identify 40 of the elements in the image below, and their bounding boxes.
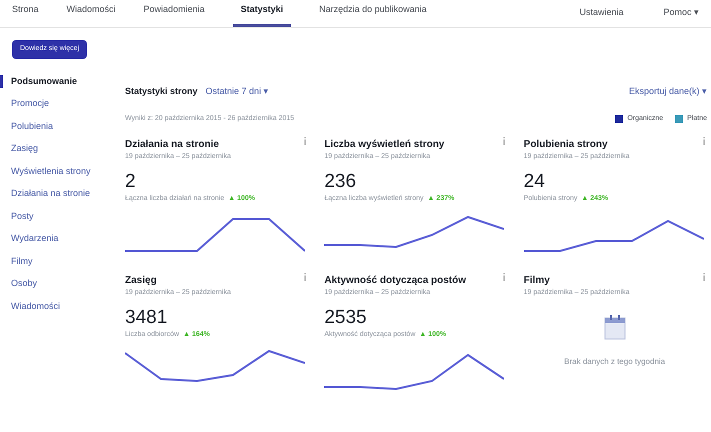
card-value: 2: [125, 170, 137, 194]
card-value: 24: [524, 170, 546, 194]
export-link[interactable]: Eksportuj dane(k) ▾: [628, 84, 707, 98]
sidebar-item[interactable]: Działania na stronie: [0, 187, 125, 200]
nav-link[interactable]: Pomoc ▾: [663, 6, 699, 19]
info-icon[interactable]: [303, 136, 307, 144]
card-title: Działania na stronie: [125, 138, 219, 152]
sidebar-item[interactable]: Promocje: [0, 97, 125, 110]
sidebar-item[interactable]: Osoby: [0, 277, 125, 290]
card-title: Filmy: [524, 274, 550, 288]
card-title: Liczba wyświetleń strony: [324, 138, 444, 152]
calendar-icon: [604, 314, 626, 340]
period-dropdown[interactable]: Ostatnie 7 dni ▾: [206, 84, 269, 98]
info-icon[interactable]: [303, 272, 307, 280]
info-icon[interactable]: [702, 136, 706, 144]
info-icon[interactable]: [502, 136, 506, 144]
sidebar-item[interactable]: Filmy: [0, 254, 125, 268]
nav-tab[interactable]: Narzędzia do publikowania: [319, 2, 427, 27]
sidebar-item[interactable]: Wiadomości: [0, 300, 125, 313]
nav-tab[interactable]: Wiadomości: [66, 2, 116, 27]
nav-tab[interactable]: Powiadomienia: [144, 2, 205, 27]
card-title: Zasięg: [125, 274, 157, 288]
sidebar-item[interactable]: Posty: [0, 210, 125, 223]
page-title: Statystyki strony: [125, 84, 198, 98]
sidebar-item[interactable]: Wyświetlenia strony: [0, 164, 125, 178]
card-title: Polubienia strony: [524, 138, 608, 152]
info-icon[interactable]: [502, 272, 506, 280]
nav-link[interactable]: Ustawienia: [579, 6, 624, 19]
sidebar-item[interactable]: Zasięg: [0, 142, 125, 156]
card-value: 2535: [324, 306, 368, 330]
sidebar-item[interactable]: Wydarzenia: [0, 232, 125, 246]
sidebar-item[interactable]: Polubienia: [0, 120, 125, 133]
nav-tab[interactable]: Statystyki: [232, 2, 292, 27]
card-value: 236: [324, 170, 358, 194]
info-icon[interactable]: [702, 272, 706, 280]
card-title: Aktywność dotycząca postów: [324, 274, 466, 288]
nav-tab[interactable]: Strona: [12, 2, 39, 27]
card-value: 3481: [125, 306, 168, 330]
sidebar-item[interactable]: Podsumowanie: [0, 74, 125, 88]
empty-message: Brak danych z tego tygodnia: [564, 356, 666, 368]
